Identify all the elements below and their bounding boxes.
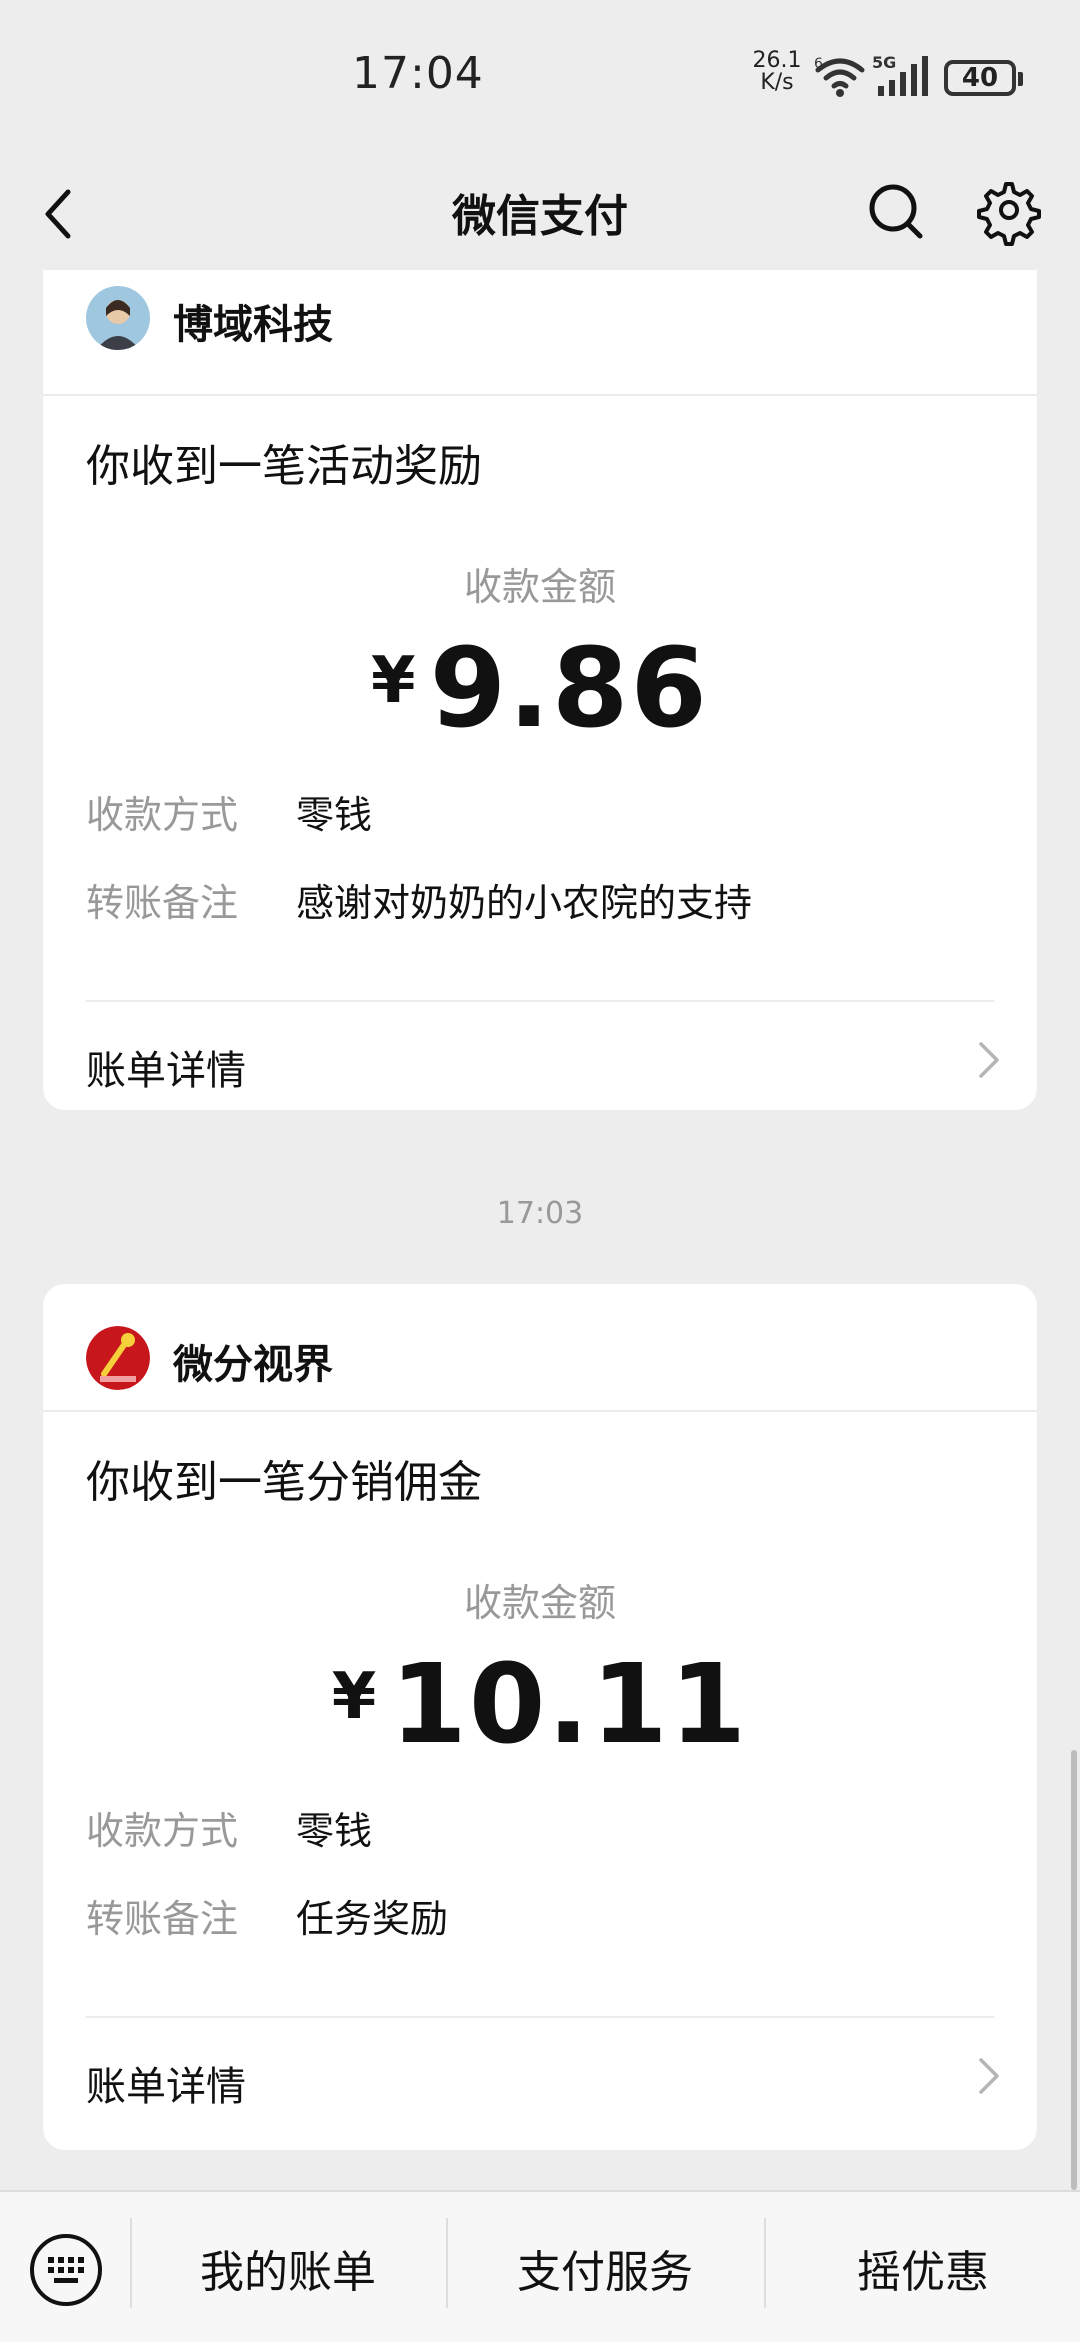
- bottom-menu-bar: 我的账单 支付服务 摇优惠: [0, 2190, 1080, 2342]
- payment-method-row: 收款方式 零钱: [86, 784, 372, 839]
- transfer-note-value: 感谢对奶奶的小农院的支持: [296, 881, 753, 925]
- merchant-avatar: [86, 1326, 150, 1390]
- chevron-right-icon: [979, 2058, 999, 2094]
- amount: ¥9.86: [43, 624, 1037, 752]
- amount-value: 9.86: [429, 624, 709, 752]
- currency-symbol: ¥: [371, 644, 416, 718]
- transfer-note-row: 转账备注 任务奖励: [86, 1888, 448, 1943]
- menu-payment-services[interactable]: 支付服务: [448, 2236, 762, 2300]
- scrollbar[interactable]: [1071, 1750, 1077, 2190]
- transfer-note-value: 任务奖励: [296, 1897, 449, 1941]
- network-speed: 26.1 K/s: [752, 48, 802, 95]
- transfer-note-label: 转账备注: [86, 881, 239, 925]
- payment-method-value: 零钱: [296, 1809, 373, 1853]
- amount-label: 收款金额: [463, 1581, 616, 1625]
- menu-shake-deals[interactable]: 摇优惠: [766, 2236, 1080, 2300]
- search-icon: [869, 184, 923, 239]
- payment-notice-card[interactable]: 微分视界 你收到一笔分销佣金 收款金额 ¥10.11 收款方式 零钱 转账备注 任务…: [43, 1284, 1037, 2150]
- amount-label: 收款金额: [463, 565, 616, 609]
- payment-notice-card[interactable]: 博域科技 你收到一笔活动奖励 收款金额 ¥9.86 收款方式 零钱 转账备注 感谢对…: [43, 270, 1037, 1110]
- notice-title: 你收到一笔活动奖励: [86, 441, 482, 492]
- bill-details-label: 账单详情: [86, 2064, 246, 2110]
- amount: ¥10.11: [43, 1640, 1037, 1768]
- transfer-note-label: 转账备注: [86, 1897, 239, 1941]
- notice-title: 你收到一笔分销佣金: [86, 1457, 482, 1508]
- merchant-name: 微分视界: [173, 1342, 333, 1388]
- bill-details-label: 账单详情: [86, 1048, 246, 1094]
- chevron-right-icon: [979, 1042, 999, 1078]
- wifi-icon: 6: [814, 54, 866, 102]
- transfer-note-row: 转账备注 感谢对奶奶的小农院的支持: [86, 872, 752, 927]
- merchant-name: 博域科技: [173, 302, 333, 348]
- card-header: 微分视界: [43, 1284, 1037, 1412]
- search-button[interactable]: [864, 174, 928, 246]
- gear-icon: [977, 182, 1041, 246]
- bill-details-link[interactable]: 账单详情: [43, 2018, 1037, 2128]
- svg-text:6: 6: [814, 56, 823, 72]
- merchant-avatar: [86, 286, 150, 350]
- bill-details-link[interactable]: 账单详情: [43, 1002, 1037, 1110]
- currency-symbol: ¥: [331, 1660, 377, 1734]
- status-time: 17:04: [352, 48, 484, 99]
- payment-method-value: 零钱: [296, 793, 373, 837]
- settings-button[interactable]: [970, 174, 1042, 246]
- battery-indicator: 40: [944, 60, 1016, 96]
- nav-bar: 微信支付: [0, 150, 1080, 270]
- battery-tip: [1018, 72, 1023, 86]
- message-timestamp: 17:03: [496, 1196, 584, 1231]
- status-bar: 17:04 26.1 K/s 6 5G 40: [0, 0, 1080, 150]
- svg-text:5G: 5G: [872, 53, 896, 72]
- payment-method-row: 收款方式 零钱: [86, 1800, 372, 1855]
- card-header: 博域科技: [43, 270, 1037, 396]
- menu-my-bills[interactable]: 我的账单: [132, 2236, 444, 2300]
- status-icons: 26.1 K/s 6 5G 40: [752, 50, 1052, 106]
- amount-value: 10.11: [390, 1640, 749, 1768]
- cellular-signal-icon: 5G: [872, 52, 934, 108]
- payment-method-label: 收款方式: [86, 793, 239, 837]
- keyboard-toggle-button[interactable]: [28, 2232, 104, 2308]
- payment-method-label: 收款方式: [86, 1809, 239, 1853]
- keyboard-icon: [30, 2234, 102, 2306]
